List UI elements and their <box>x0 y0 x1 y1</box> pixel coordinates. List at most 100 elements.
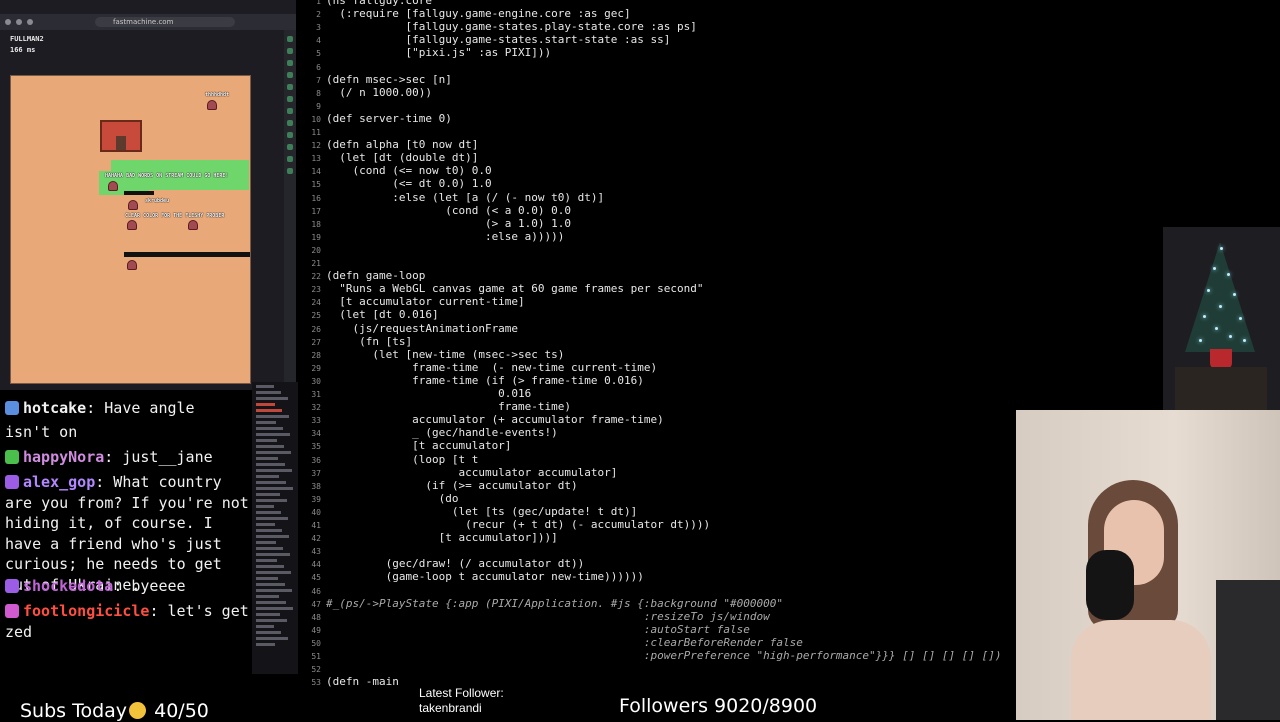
chat-username[interactable]: shockedota <box>23 577 113 595</box>
mini-line <box>256 601 286 604</box>
code-line[interactable]: 46 <box>296 584 326 597</box>
line-number: 16 <box>311 193 321 203</box>
code-line[interactable]: 20 <box>296 243 326 256</box>
house-sprite <box>100 120 142 152</box>
code-text: (fn [ts] <box>326 334 413 348</box>
code-line[interactable]: 31 0.016 <box>296 387 531 400</box>
line-number: 3 <box>316 23 321 33</box>
code-line[interactable]: 11 <box>296 125 326 138</box>
code-line[interactable]: 35 [t accumulator] <box>296 439 511 452</box>
code-line[interactable]: 49 :autoStart false <box>296 623 749 636</box>
game-canvas[interactable]: thhhdhdt HAHAHA BAD WORDS ON STREAM COUL… <box>10 75 251 384</box>
browser-side-toolbar[interactable] <box>284 30 296 390</box>
code-line[interactable]: 33 accumulator (+ accumulator frame-time… <box>296 413 663 426</box>
code-line[interactable]: 48 :resizeTo js/window <box>296 609 770 623</box>
code-line[interactable]: 52 <box>296 662 326 675</box>
code-line[interactable]: 8 (/ n 1000.00)) <box>296 86 432 99</box>
christmas-tree <box>1185 242 1255 352</box>
chat-username[interactable]: hotcake <box>23 399 86 417</box>
code-line[interactable]: 36 (loop [t t <box>296 453 478 466</box>
code-line[interactable]: 21 <box>296 256 326 269</box>
code-line[interactable]: 43 <box>296 544 326 557</box>
tree-pot <box>1210 349 1232 369</box>
code-line[interactable]: 40 (let [ts (gec/update! t dt)] <box>296 505 637 518</box>
maximize-dot-icon[interactable] <box>27 19 33 25</box>
code-text: (cond (<= now t0) 0.0 <box>326 164 492 178</box>
code-line[interactable]: 14 (cond (<= now t0) 0.0 <box>296 164 492 178</box>
code-text: frame-time (- new-time current-time) <box>326 360 658 374</box>
code-text: (do <box>326 491 459 505</box>
chat-message: shockedota: byeeee <box>5 576 253 597</box>
code-line[interactable]: 15 (<= dt 0.0) 1.0 <box>296 177 491 190</box>
line-number: 15 <box>311 180 321 190</box>
tree-light <box>1207 289 1210 292</box>
code-text: [t accumulator]))] <box>326 531 558 545</box>
code-line[interactable]: 37 accumulator accumulator] <box>296 466 617 479</box>
code-line[interactable]: 45 (game-loop t accumulator new-time))))… <box>296 570 644 583</box>
code-line[interactable]: 29 frame-time (- new-time current-time) <box>296 361 657 374</box>
tree-light <box>1215 327 1218 330</box>
code-line[interactable]: 9 <box>296 99 326 112</box>
mini-line <box>256 571 291 574</box>
code-line[interactable]: 27 (fn [ts] <box>296 335 412 348</box>
mini-line <box>256 511 281 514</box>
code-line[interactable]: 5 ["pixi.js" :as PIXI])) <box>296 46 551 59</box>
mini-line <box>256 445 284 448</box>
code-line[interactable]: 28 (let [new-time (msec->sec ts) <box>296 348 564 361</box>
code-line[interactable]: 51 :powerPreference "high-performance"}}… <box>296 649 1001 662</box>
code-line[interactable]: 24 [t accumulator current-time] <box>296 295 524 308</box>
code-line[interactable]: 53 (defn -main <box>296 675 399 688</box>
code-line[interactable]: 2 (:require [fallguy.game-engine.core :a… <box>296 7 630 20</box>
code-line[interactable]: 6 <box>296 60 326 73</box>
code-line[interactable]: 10 (def server-time 0) <box>296 112 451 125</box>
code-line[interactable]: 44 (gec/draw! (/ accumulator dt)) <box>296 557 584 570</box>
chat-text: : just__jane <box>104 448 213 466</box>
code-line[interactable]: 50 :clearBeforeRender false <box>296 636 802 649</box>
code-line[interactable]: 4 [fallguy.game-states.start-state :as s… <box>296 33 670 46</box>
code-line[interactable]: 32 frame-time) <box>296 400 571 413</box>
code-line[interactable]: 7 (defn msec->sec [n] <box>296 73 452 86</box>
code-line[interactable]: 17 (cond (< a 0.0) 0.0 <box>296 204 571 217</box>
code-editor[interactable]: 1 (ns fallguy.core 2 (:require [fallguy.ga… <box>296 0 1016 690</box>
code-line[interactable]: 47 #_(ps/->PlayState {:app (PIXI/Applicat… <box>296 597 783 610</box>
minimize-dot-icon[interactable] <box>16 19 22 25</box>
code-text: frame-time) <box>326 400 572 414</box>
code-line[interactable]: 30 frame-time (if (> frame-time 0.016) <box>296 374 644 387</box>
chair <box>1216 580 1280 720</box>
code-line[interactable]: 1 (ns fallguy.core <box>296 0 432 7</box>
code-line[interactable]: 34 _ (gec/handle-events!) <box>296 426 558 440</box>
code-line[interactable]: 19 :else a))))) <box>296 230 564 243</box>
chat-username[interactable]: footlongicicle <box>23 602 149 620</box>
address-bar[interactable]: fastmachine.com <box>95 17 235 27</box>
code-line[interactable]: 3 [fallguy.game-states.play-state.core :… <box>296 20 697 33</box>
code-line[interactable]: 38 (if (>= accumulator dt) <box>296 479 577 492</box>
mini-line <box>256 541 276 544</box>
code-line[interactable]: 25 (let [dt 0.016] <box>296 308 438 321</box>
line-number: 38 <box>311 481 321 491</box>
mini-line <box>256 499 287 502</box>
code-text: :resizeTo js/window <box>326 609 770 623</box>
close-dot-icon[interactable] <box>5 19 11 25</box>
code-line[interactable]: 42 [t accumulator]))] <box>296 531 558 545</box>
mini-line <box>256 631 281 634</box>
subs-value: 40/50 <box>154 700 209 722</box>
code-line[interactable]: 12 (defn alpha [t0 now dt] <box>296 138 478 151</box>
player-sprite <box>128 200 138 210</box>
code-line[interactable]: 39 (do <box>296 492 458 505</box>
code-line[interactable]: 13 (let [dt (double dt)] <box>296 151 478 164</box>
code-line[interactable]: 16 :else (let [a (/ (- now t0) dt)] <box>296 191 604 204</box>
latest-follower-label: Latest Follower: <box>419 686 504 700</box>
chat-username[interactable]: happyNora <box>23 448 104 466</box>
code-line[interactable]: 26 (js/requestAnimationFrame <box>296 322 518 335</box>
line-number: 27 <box>311 337 321 347</box>
code-line[interactable]: 41 (recur (+ t dt) (- accumulator dt)))) <box>296 518 710 531</box>
code-text: [t accumulator] <box>326 439 512 453</box>
code-line[interactable]: 22 (defn game-loop <box>296 269 425 282</box>
code-line[interactable]: 23 "Runs a WebGL canvas game at 60 game … <box>296 282 703 295</box>
code-text: _ (gec/handle-events!) <box>326 426 558 440</box>
chat-username[interactable]: alex_gop <box>23 473 95 491</box>
tree-light <box>1219 305 1222 308</box>
chat-text: : byeeee <box>113 577 186 595</box>
code-text: (/ n 1000.00)) <box>326 85 432 99</box>
code-line[interactable]: 18 (> a 1.0) 1.0 <box>296 217 571 230</box>
